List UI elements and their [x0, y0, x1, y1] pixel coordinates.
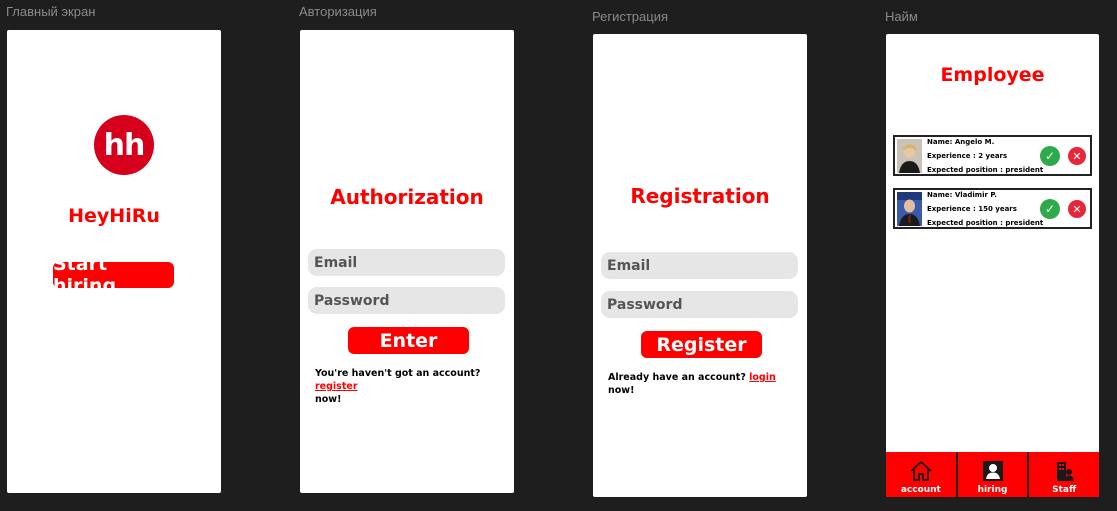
- login-link[interactable]: login: [749, 372, 776, 383]
- accept-icon[interactable]: ✓: [1040, 199, 1060, 219]
- hire-screen: Employee Name: Angelo M. Experience : 2 …: [886, 34, 1099, 497]
- employee-card[interactable]: Name: Angelo M. Experience : 2 years Exp…: [893, 135, 1092, 176]
- app-name: HeyHiRu: [68, 205, 160, 227]
- login-prompt: Already have an account? login now!: [608, 371, 803, 397]
- employee-photo: [897, 139, 922, 173]
- nav-item-staff[interactable]: Staff: [1027, 452, 1099, 497]
- password-field[interactable]: Password: [308, 287, 505, 314]
- home-screen: hh HeyHiRu Start hiring: [7, 30, 221, 493]
- start-hiring-button[interactable]: Start hiring: [53, 253, 174, 297]
- employee-experience: Experience : 150 years: [927, 205, 1017, 213]
- nav-item-hiring[interactable]: hiring: [955, 452, 1028, 497]
- frame-title-home: Главный экран: [6, 4, 96, 19]
- register-button[interactable]: Register: [641, 331, 762, 358]
- hh-logo: hh: [94, 115, 154, 175]
- user-icon: [982, 461, 1003, 481]
- reject-icon[interactable]: ✕: [1068, 200, 1086, 218]
- login-prompt-text: Already have an account?: [608, 372, 746, 383]
- employee-name: Name: Angelo M.: [927, 138, 995, 146]
- register-prompt-text: You're haven't got an account?: [315, 368, 481, 379]
- email-field[interactable]: Email: [308, 249, 505, 276]
- bottom-nav: account hiring Staff: [886, 452, 1099, 497]
- staff-icon: [1057, 462, 1075, 481]
- enter-button[interactable]: Enter: [348, 327, 469, 354]
- home-icon: [910, 460, 932, 481]
- nav-label-hiring: hiring: [977, 485, 1008, 495]
- register-prompt-suffix: now!: [315, 394, 342, 405]
- nav-item-account[interactable]: account: [886, 452, 956, 497]
- employee-position: Expected position : president: [927, 219, 1044, 227]
- employee-position: Expected position : president: [927, 166, 1044, 174]
- login-prompt-suffix: now!: [608, 385, 635, 396]
- employee-name: Name: Vladimir P.: [927, 191, 997, 199]
- accept-icon[interactable]: ✓: [1040, 146, 1060, 166]
- registration-screen: Registration Email Password Register Alr…: [593, 34, 807, 497]
- employee-experience: Experience : 2 years: [927, 152, 1008, 160]
- nav-label-account: account: [900, 485, 941, 495]
- nav-label-staff: Staff: [1052, 485, 1077, 495]
- employee-title: Employee: [940, 64, 1045, 86]
- register-title: Registration: [630, 184, 770, 208]
- frame-title-hire: Найм: [885, 9, 918, 24]
- employee-card[interactable]: Name: Vladimir P. Experience : 150 years…: [893, 188, 1092, 229]
- email-field[interactable]: Email: [601, 252, 798, 279]
- frame-title-auth: Авторизация: [299, 4, 377, 19]
- reject-icon[interactable]: ✕: [1068, 147, 1086, 165]
- password-field[interactable]: Password: [601, 291, 798, 318]
- authorization-screen: Authorization Email Password Enter You'r…: [300, 30, 514, 493]
- frame-title-register: Регистрация: [592, 9, 668, 24]
- employee-photo: [897, 192, 922, 226]
- register-prompt: You're haven't got an account? register …: [315, 367, 510, 406]
- auth-title: Authorization: [330, 185, 484, 209]
- register-link[interactable]: register: [315, 381, 358, 392]
